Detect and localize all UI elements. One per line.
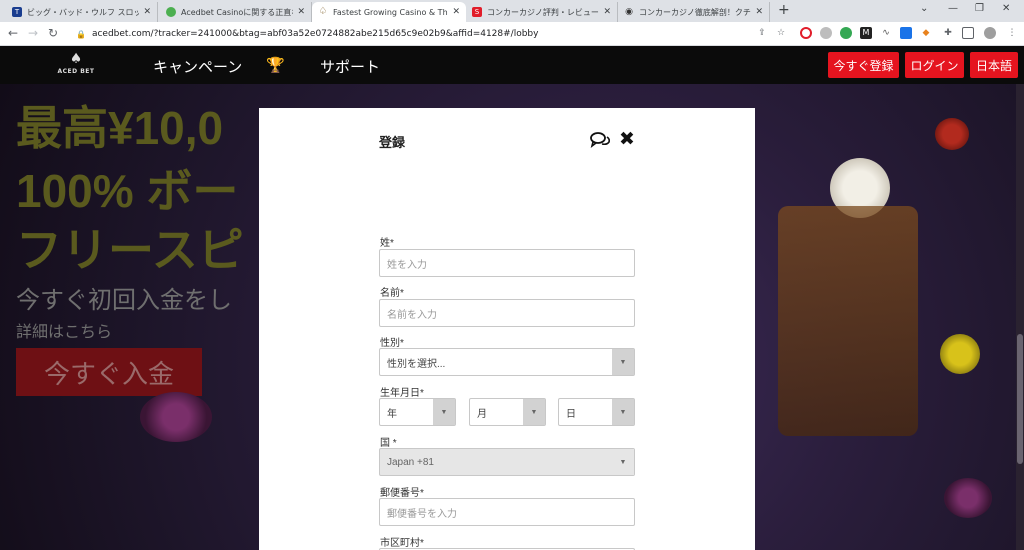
metamask-icon[interactable]: ◆	[920, 27, 932, 39]
promo-subline: 今すぐ初回入金をし	[16, 287, 232, 314]
kebab-menu-icon[interactable]: ⋮	[1006, 27, 1018, 39]
url-field[interactable]: 🔒 acedbet.com/?tracker=241000&btag=abf03…	[70, 25, 790, 43]
tab-title: ビッグ・バッド・ウルフ スロット (Big Bad	[27, 7, 140, 17]
browser-tab[interactable]: T ビッグ・バッド・ウルフ スロット (Big Bad ✕	[6, 2, 158, 22]
browser-tab[interactable]: Acedbet Casinoに関する正直なレビ ✕	[160, 2, 312, 22]
lemon-image	[940, 334, 980, 374]
extension-icon[interactable]: ∿	[880, 27, 892, 39]
postal-code-input[interactable]: 郵便番号を入力	[379, 498, 635, 526]
country-label: 国 *	[380, 438, 397, 449]
browser-tab-active[interactable]: ♤ Fastest Growing Casino & The U ✕	[312, 2, 466, 22]
window-close-icon[interactable]: ✕	[1002, 3, 1010, 14]
chat-icon[interactable]	[590, 132, 610, 148]
tab-favicon-icon: T	[12, 7, 22, 17]
share-icon[interactable]: ⇪	[756, 27, 768, 39]
country-select-value: Japan +81	[387, 456, 434, 468]
tab-close-icon[interactable]: ✕	[603, 7, 611, 17]
tab-favicon-icon	[166, 7, 176, 17]
cherry-image	[935, 118, 969, 150]
tab-favicon-icon: ♤	[318, 6, 328, 17]
tab-title: コンカーカジノ評判・レビュー【2022年	[487, 7, 599, 17]
tab-title: Acedbet Casinoに関する正直なレビ	[181, 7, 293, 17]
promo-headline-3: フリースピ	[16, 224, 244, 276]
browser-tab-strip: T ビッグ・バッド・ウルフ スロット (Big Bad ✕ Acedbet Ca…	[0, 0, 1024, 22]
modal-title: 登録	[379, 135, 406, 150]
extension-icon[interactable]	[820, 27, 832, 39]
postal-code-label: 郵便番号*	[380, 488, 424, 499]
casino-chip-image	[944, 478, 992, 518]
minimize-icon[interactable]: —	[948, 3, 958, 14]
spade-logo-icon: ♠	[69, 51, 83, 67]
extension-icon[interactable]: M	[860, 27, 872, 39]
close-icon[interactable]: ✖	[619, 130, 635, 149]
country-select[interactable]: Japan +81 ▼	[379, 448, 635, 476]
tab-title: Fastest Growing Casino & The U	[333, 7, 449, 17]
city-label: 市区町村*	[380, 538, 424, 549]
tab-close-icon[interactable]: ✕	[452, 7, 460, 17]
register-now-button[interactable]: 今すぐ登録	[828, 52, 899, 78]
aced-bet-logo[interactable]: ♠ ACED BET	[56, 50, 96, 80]
promo-headline-2: 100% ボー	[16, 165, 239, 217]
gender-select[interactable]: 性別を選択... ▼	[379, 348, 635, 376]
page-scrollbar[interactable]	[1016, 84, 1024, 550]
new-tab-icon[interactable]: +	[778, 2, 790, 18]
lock-icon: 🔒	[76, 29, 86, 39]
dropdown-arrow-icon: ▼	[619, 458, 627, 466]
last-name-input[interactable]: 姓を入力	[379, 249, 635, 277]
trophy-icon[interactable]: 🏆	[266, 56, 285, 74]
browser-tab[interactable]: ◉ コンカーカジノ徹底解剖！クチコミ・入 ✕	[618, 2, 770, 22]
tab-title: コンカーカジノ徹底解剖！クチコミ・入	[639, 7, 751, 17]
chevron-down-icon[interactable]: ⌄	[920, 3, 928, 14]
dropdown-arrow-icon: ▼	[619, 358, 627, 366]
browser-tab[interactable]: S コンカーカジノ評判・レビュー【2022年 ✕	[466, 2, 618, 22]
dropdown-arrow-icon: ▼	[530, 408, 538, 416]
first-name-label: 名前*	[380, 288, 404, 299]
scrollbar-thumb[interactable]	[1017, 334, 1023, 464]
promo-headline-1: 最高¥10,0	[16, 102, 224, 154]
details-link[interactable]: 詳細はこちら	[16, 318, 112, 342]
site-header: ♠ ACED BET キャンペーン 🏆 サポート 今すぐ登録 ログイン 日本語	[0, 46, 1024, 84]
restore-icon[interactable]: ❐	[975, 3, 984, 14]
birth-year-select[interactable]: 年 ▼	[379, 398, 456, 426]
dropdown-arrow-icon: ▼	[440, 408, 448, 416]
birth-month-value: 月	[477, 408, 487, 420]
birth-month-select[interactable]: 月 ▼	[469, 398, 546, 426]
login-button[interactable]: ログイン	[905, 52, 964, 78]
language-button[interactable]: 日本語	[970, 52, 1018, 78]
gender-select-value: 性別を選択...	[387, 358, 446, 370]
bookmark-star-icon[interactable]: ☆	[775, 27, 787, 39]
deposit-button[interactable]: 今すぐ入金	[16, 348, 202, 396]
registration-modal: 登録 ✖ 姓* 姓を入力 名前* 名前を入力 性別* 性別を選択... ▼ 生年…	[259, 108, 755, 550]
puzzle-extensions-icon[interactable]: ✚	[942, 27, 954, 39]
casino-chip-image	[140, 392, 212, 442]
extension-icon[interactable]	[840, 27, 852, 39]
adblock-extension-icon[interactable]	[800, 27, 812, 39]
tab-close-icon[interactable]: ✕	[143, 7, 151, 17]
logo-text: ACED BET	[57, 68, 95, 75]
forward-icon[interactable]: →	[28, 26, 38, 40]
back-icon[interactable]: ←	[8, 26, 18, 40]
tab-favicon-icon: S	[472, 7, 482, 17]
tab-favicon-icon: ◉	[625, 7, 633, 17]
address-bar-row: ← → ↻ 🔒 acedbet.com/?tracker=241000&btag…	[0, 22, 1024, 46]
reload-icon[interactable]: ↻	[48, 26, 58, 40]
extension-icon[interactable]	[900, 27, 912, 39]
gender-label: 性別*	[380, 338, 404, 349]
side-panel-icon[interactable]	[962, 27, 974, 39]
tab-close-icon[interactable]: ✕	[297, 7, 305, 17]
tab-close-icon[interactable]: ✕	[755, 7, 763, 17]
birth-day-select[interactable]: 日 ▼	[558, 398, 635, 426]
profile-avatar-icon[interactable]	[984, 27, 996, 39]
url-text: acedbet.com/?tracker=241000&btag=abf03a5…	[91, 29, 539, 39]
birth-day-value: 日	[566, 408, 576, 420]
dropdown-arrow-icon: ▼	[619, 408, 627, 416]
birthdate-label: 生年月日*	[380, 388, 424, 399]
nav-support[interactable]: サポート	[320, 56, 380, 77]
first-name-input[interactable]: 名前を入力	[379, 299, 635, 327]
nav-campaign[interactable]: キャンペーン	[153, 56, 242, 77]
last-name-label: 姓*	[380, 238, 394, 249]
birth-year-value: 年	[387, 408, 397, 420]
treasure-chest-image	[778, 206, 918, 436]
